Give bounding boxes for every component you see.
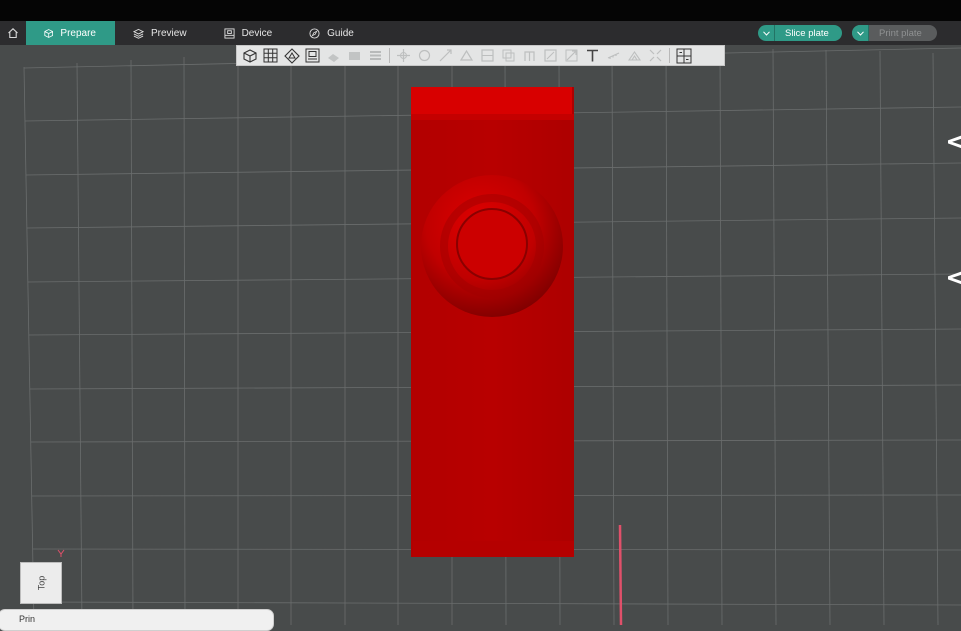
toolbar-divider bbox=[669, 48, 670, 63]
chevron-down-icon[interactable] bbox=[758, 25, 775, 41]
bottom-panel-label: Prin bbox=[19, 614, 36, 624]
bottom-object-panel[interactable]: Prin bbox=[0, 609, 274, 631]
support-paint-icon[interactable] bbox=[519, 46, 540, 65]
layers-stack-icon[interactable] bbox=[365, 46, 386, 65]
slice-plate-button[interactable]: Slice plate bbox=[758, 25, 842, 41]
text-icon[interactable] bbox=[582, 46, 603, 65]
rotate-icon[interactable] bbox=[414, 46, 435, 65]
tab-prepare[interactable]: Prepare bbox=[26, 21, 115, 45]
print-plate-button[interactable]: Print plate bbox=[852, 25, 937, 41]
build-plate bbox=[23, 46, 961, 626]
collapse-panel-arrow[interactable]: < bbox=[945, 129, 961, 155]
layers-icon bbox=[133, 28, 144, 39]
seam-paint-icon[interactable] bbox=[540, 46, 561, 65]
cube-outline-icon bbox=[44, 28, 54, 38]
tab-guide[interactable]: Guide bbox=[291, 21, 373, 45]
chevron-down-icon[interactable] bbox=[852, 25, 869, 41]
y-axis-marker bbox=[57, 549, 65, 557]
view-cube-label: Top bbox=[35, 575, 46, 591]
home-button[interactable] bbox=[0, 21, 26, 45]
arrange-grid-icon[interactable] bbox=[260, 46, 281, 65]
orient-icon[interactable] bbox=[281, 46, 302, 65]
title-strip bbox=[0, 0, 961, 21]
tab-preview-label: Preview bbox=[151, 27, 187, 39]
home-icon bbox=[8, 28, 18, 39]
tab-preview[interactable]: Preview bbox=[115, 21, 206, 45]
tab-prepare-label: Prepare bbox=[60, 27, 96, 39]
compass-icon bbox=[309, 27, 320, 39]
tab-guide-label: Guide bbox=[327, 27, 354, 39]
move-icon[interactable] bbox=[393, 46, 414, 65]
split-icon[interactable] bbox=[344, 46, 365, 65]
slice-plate-label: Slice plate bbox=[785, 27, 829, 39]
tab-device[interactable]: Device bbox=[206, 21, 292, 45]
tool-toolbar bbox=[236, 45, 725, 66]
red-model[interactable] bbox=[411, 87, 574, 557]
print-plate-label: Print plate bbox=[879, 27, 922, 39]
toolbar-divider bbox=[389, 48, 390, 63]
plate-settings-icon[interactable] bbox=[302, 46, 323, 65]
3d-viewport[interactable]: < < bbox=[0, 45, 961, 626]
plate-layout-icon[interactable] bbox=[673, 46, 694, 65]
mesh-boolean-icon[interactable] bbox=[498, 46, 519, 65]
menubar: Prepare Preview Device Guide Slice plate bbox=[0, 21, 961, 45]
assembly-icon[interactable] bbox=[624, 46, 645, 65]
plate-actions: Slice plate Print plate bbox=[758, 25, 937, 41]
tab-device-label: Device bbox=[241, 27, 273, 39]
measure-icon[interactable] bbox=[603, 46, 624, 65]
collapse-panel-arrow[interactable]: < bbox=[945, 265, 961, 291]
add-cube-icon[interactable] bbox=[239, 46, 260, 65]
explode-icon[interactable] bbox=[645, 46, 666, 65]
view-cube[interactable]: Top bbox=[20, 562, 62, 604]
scale-icon[interactable] bbox=[435, 46, 456, 65]
color-paint-icon[interactable] bbox=[561, 46, 582, 65]
place-on-face-icon[interactable] bbox=[323, 46, 344, 65]
device-icon bbox=[224, 27, 235, 39]
lay-flat-icon[interactable] bbox=[456, 46, 477, 65]
x-axis-line bbox=[618, 524, 623, 626]
cut-icon[interactable] bbox=[477, 46, 498, 65]
